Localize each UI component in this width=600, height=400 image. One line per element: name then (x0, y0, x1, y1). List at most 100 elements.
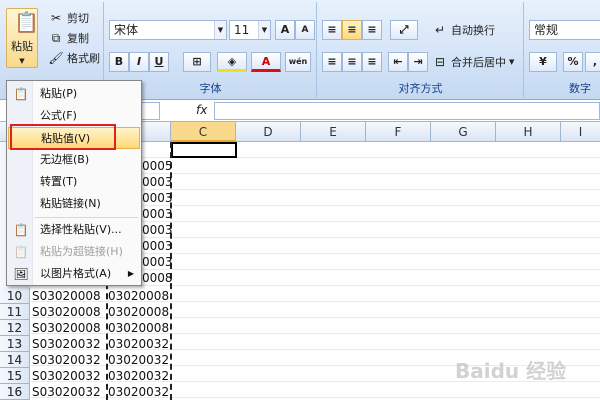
border-button[interactable]: ⊞ (183, 52, 211, 72)
formula-input[interactable] (214, 102, 600, 120)
column-header-c[interactable]: C (171, 122, 236, 142)
comma-button[interactable]: , (585, 52, 600, 72)
watermark: Baidu 经验 (455, 359, 567, 383)
cell-b[interactable]: 03020032 (108, 336, 169, 352)
menu-item-paste-special[interactable]: 📋 选择性粘贴(V)... (8, 219, 140, 241)
fill-color-button[interactable]: ◈ (217, 52, 247, 72)
wrap-icon: ↵ (434, 23, 446, 37)
column-header-h[interactable]: H (496, 122, 561, 142)
fx-icon[interactable]: fx (196, 103, 207, 117)
increase-indent-button[interactable]: ⇥ (408, 52, 428, 72)
orientation-button[interactable]: ⤢ (390, 20, 418, 40)
cell-b[interactable]: 03020008 (108, 288, 169, 304)
paste-dropdown-menu: 📋 粘贴(P) 公式(F) 粘贴值(V) 无边框(B) 转置(T) 粘贴链接(N)… (6, 80, 142, 286)
number-group-label: 数字 (569, 82, 591, 95)
cell-b-top[interactable]: 0003 (142, 190, 173, 206)
menu-item-no-borders[interactable]: 无边框(B) (8, 149, 140, 171)
cell-b[interactable]: 03020032 (108, 368, 169, 384)
copy-label: 复制 (67, 32, 89, 45)
paste-special-icon: 📋 (13, 223, 29, 237)
grow-font-button[interactable]: A (275, 20, 295, 40)
menu-item-label: 选择性粘贴(V)... (40, 223, 122, 236)
italic-button[interactable]: I (129, 52, 149, 72)
menu-item-paste-hyperlink: 📋 粘贴为超链接(H) (8, 241, 140, 263)
cell-a[interactable]: S03020008 (32, 320, 101, 336)
cell-b-top[interactable]: 0003 (142, 238, 173, 254)
cell-b-top[interactable]: 0005 (142, 158, 173, 174)
phonetic-button[interactable]: wén (285, 52, 311, 72)
orientation-icon: ⤢ (399, 23, 409, 36)
cell-b-top[interactable]: 0003 (142, 174, 173, 190)
merge-label: 合并后居中 (451, 56, 506, 69)
row-header[interactable]: 14 (0, 352, 30, 368)
menu-item-transpose[interactable]: 转置(T) (8, 171, 140, 193)
copy-icon: ⧉ (51, 31, 61, 45)
font-size-select[interactable]: 11 ▼ (229, 20, 271, 40)
align-center-button[interactable]: ≡ (342, 52, 362, 72)
bold-button[interactable]: B (109, 52, 129, 72)
row-header[interactable]: 12 (0, 320, 30, 336)
paste-label: 粘贴 (11, 40, 33, 53)
currency-icon: ¥ (539, 55, 547, 68)
cut-button[interactable]: ✂ 剪切 (48, 10, 89, 26)
shrink-font-button[interactable]: A (295, 20, 315, 40)
cell-a[interactable]: S03020032 (32, 352, 101, 368)
font-name-select[interactable]: 宋体 ▼ (109, 20, 227, 40)
cell-b-top[interactable]: 0003 (142, 206, 173, 222)
merge-center-button[interactable]: ⊟ 合并后居中 ▼ (432, 54, 514, 70)
wrap-text-button[interactable]: ↵ 自动换行 (432, 22, 495, 38)
cell-b[interactable]: 03020032 (108, 384, 169, 400)
column-header-d[interactable]: D (236, 122, 301, 142)
column-header-f[interactable]: F (366, 122, 431, 142)
menu-separator (34, 217, 138, 218)
align-bottom-icon: ≡ (367, 23, 377, 36)
align-top-button[interactable]: ≡ (322, 20, 342, 40)
indent-icon: ⇥ (413, 55, 423, 68)
underline-button[interactable]: U (149, 52, 169, 72)
cell-a[interactable]: S03020032 (32, 336, 101, 352)
name-box[interactable] (140, 102, 160, 120)
cell-a[interactable]: S03020032 (32, 384, 101, 400)
wrap-label: 自动换行 (451, 24, 495, 37)
number-format-select[interactable]: 常规 (529, 20, 600, 40)
row-header[interactable]: 16 (0, 384, 30, 400)
cell-b-top[interactable]: 0003 (142, 222, 173, 238)
chevron-down-icon: ▼ (214, 21, 226, 39)
align-bottom-button[interactable]: ≡ (362, 20, 382, 40)
cell-b[interactable]: 03020032 (108, 352, 169, 368)
column-header-i[interactable]: I (561, 122, 600, 142)
align-top-icon: ≡ (327, 23, 337, 36)
row-header[interactable]: 15 (0, 368, 30, 384)
align-center-icon: ≡ (347, 55, 357, 68)
cell-a[interactable]: S03020032 (32, 368, 101, 384)
chevron-right-icon: ▶ (127, 269, 134, 278)
percent-button[interactable]: % (563, 52, 583, 72)
paste-icon: 📋 (13, 87, 29, 101)
selected-cell-c[interactable] (171, 142, 237, 158)
currency-button[interactable]: ¥ (529, 52, 557, 72)
cell-b[interactable]: 03020008 (108, 304, 169, 320)
cell-a[interactable]: S03020008 (32, 288, 101, 304)
column-header-e[interactable]: E (301, 122, 366, 142)
row-header[interactable]: 10 (0, 288, 30, 304)
cell-b-top[interactable]: 0008 (142, 270, 173, 286)
menu-item-as-picture[interactable]: 🖼 以图片格式(A) ▶ (8, 263, 140, 285)
copy-button[interactable]: ⧉ 复制 (48, 30, 89, 46)
row-header[interactable]: 13 (0, 336, 30, 352)
cell-a[interactable]: S03020008 (32, 304, 101, 320)
menu-item-label: 无边框(B) (40, 153, 90, 166)
align-right-button[interactable]: ≡ (362, 52, 382, 72)
cell-b[interactable]: 03020008 (108, 320, 169, 336)
decrease-indent-button[interactable]: ⇤ (388, 52, 408, 72)
align-left-button[interactable]: ≡ (322, 52, 342, 72)
menu-item-paste-link[interactable]: 粘贴链接(N) (8, 193, 140, 215)
menu-item-paste[interactable]: 📋 粘贴(P) (8, 83, 140, 105)
row-header[interactable]: 11 (0, 304, 30, 320)
align-middle-button[interactable]: ≡ (342, 20, 362, 40)
font-name-value: 宋体 (114, 23, 139, 37)
cell-b-top[interactable]: 0003 (142, 254, 173, 270)
format-painter-button[interactable]: 🖌 格式刷 (48, 50, 100, 66)
column-header-g[interactable]: G (431, 122, 496, 142)
paste-button[interactable]: 📋 粘贴 ▼ (6, 8, 39, 68)
font-color-button[interactable]: A (251, 52, 281, 72)
